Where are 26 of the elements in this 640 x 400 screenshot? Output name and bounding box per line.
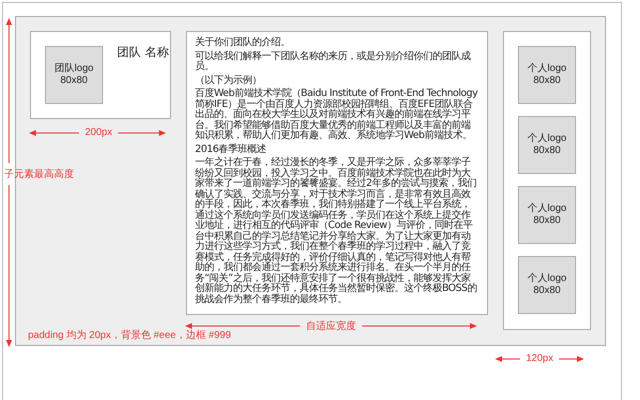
logo-label: 团队logo: [54, 63, 94, 75]
dimension-arrow: [559, 354, 584, 364]
intro-paragraph: 百度Web前端技术学院（Baidu Institute of Front-End Technology简称IFE）是一个由百度人力资源部校园招聘组、百度EFE团队联合出品的、面向在校大学生以及对前端技术有兴趣的前端在线学习平台。我们希望能够借助百度大量优秀的前端工程师以及丰富的前端知识积累，帮助人们更加有趣、高效、系统地学习Web前端技术。: [195, 89, 479, 142]
dimension-label: 子元素最高高度: [4, 168, 74, 181]
intro-paragraph: （以下为示例）: [195, 76, 262, 86]
logo-label: 个人logo: [528, 63, 566, 75]
dimension-arrow: [118, 128, 166, 138]
logo-size: 80x80: [533, 285, 561, 297]
logo-label: 个人logo: [528, 273, 566, 285]
logo-label: 个人logo: [528, 133, 566, 145]
intro-paragraph: 一年之计在于春，经过漫长的冬季，又是开学之际，众多莘莘学子纷纷又回到校园，投入学习之中。百度前端技术学院也在此时为大家带来了一道前端学习的饕餮盛宴。经过2年多的尝试与摸索，我们确认了实践、交流与分享，对于技术学习而言，是非常有效且高效的手段，因此，本次春季班，我们特别搭建了一个线上平台系统，通过这个系统向学员们发送编码任务，学员们在这个系统上提交作业地址，进行相互的代码评审（Code Review）与评价，同时在平台中积累自己的学习总结笔记并分享给大家。为了让大家更加有动力进行这些学习方式，我们在整个春季班的学习过程中，融入了竞赛模式，任务完成得好的，评价仔细认真的，笔记写得对他人有帮助的，我们都会通过一套积分系统来进行排名。在头一个半月的任务“闯关”之后，我们还特意安排了一个很有挑战性，能够发挥大家创新能力的大任务环节，具体任务当然暂时保密。这个终极BOSS的挑战会作为整个春季班的最终环节。: [195, 158, 478, 305]
intro-paragraph: 可以给我们解释一下团队名称的来历，或是分别介绍你们的团队成员。: [195, 52, 472, 72]
dimension-arrow: [29, 128, 79, 138]
logo-size: 80x80: [533, 75, 561, 87]
dimension-label: 自适应宽度: [306, 320, 356, 333]
intro-paragraph: 2016春季班概述: [195, 144, 267, 155]
style-note: padding 均为 20px，背景色 #eee，边框 #999: [28, 328, 231, 342]
logo-label: 个人logo: [528, 203, 566, 215]
dimension-label: 200px: [85, 127, 112, 138]
dimension-label: 120px: [526, 353, 554, 364]
dimension-arrow: [495, 354, 520, 364]
team-name: 团队 名称: [117, 44, 169, 61]
logo-size: 80x80: [60, 75, 88, 87]
logo-size: 80x80: [533, 145, 561, 157]
logo-size: 80x80: [533, 215, 561, 227]
intro-paragraph: 关于你们团队的介绍。: [195, 38, 291, 48]
